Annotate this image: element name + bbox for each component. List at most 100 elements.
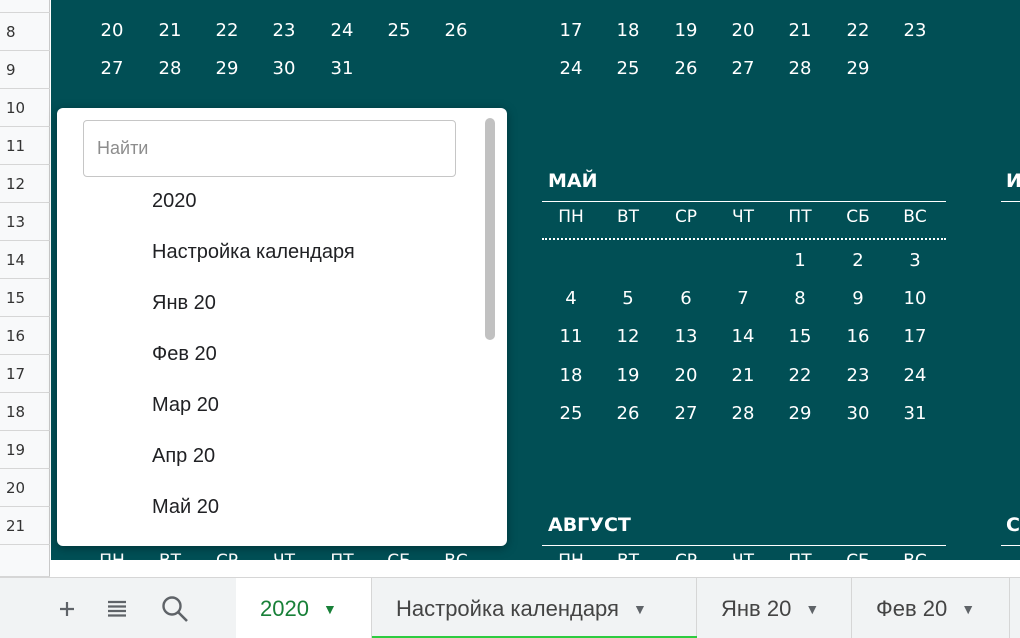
tab-label: 2020 bbox=[260, 595, 309, 621]
calendar-day: 18 bbox=[616, 20, 640, 41]
calendar-day: 22 bbox=[846, 20, 870, 41]
tab-label: Настройка календаря bbox=[396, 595, 619, 621]
calendar-day: 10 bbox=[551, 0, 591, 2]
calendar-day: 1 bbox=[794, 250, 806, 271]
row-header[interactable]: 21 bbox=[0, 507, 50, 545]
menu-item-feb[interactable]: Фев 20 bbox=[152, 343, 217, 366]
row-header[interactable]: 19 bbox=[0, 431, 50, 469]
calendar-day: 2 bbox=[852, 250, 864, 271]
menu-item-calendar-settings[interactable]: Настройка календаря bbox=[152, 241, 355, 264]
menu-item-jan[interactable]: Янв 20 bbox=[152, 292, 216, 315]
weekday-label: СБ bbox=[379, 551, 419, 560]
weekday-label: СБ bbox=[846, 207, 870, 227]
row-header[interactable]: 11 bbox=[0, 127, 50, 165]
calendar-day: 12 bbox=[666, 0, 706, 2]
weekday-label: ЧТ bbox=[731, 207, 755, 227]
calendar-day: 28 bbox=[158, 58, 182, 79]
month-title-partial: И bbox=[1006, 170, 1020, 192]
calendar-day: 25 bbox=[387, 20, 411, 41]
caret-down-icon[interactable]: ▼ bbox=[323, 601, 337, 617]
menu-item-may[interactable]: Май 20 bbox=[152, 496, 219, 519]
weekday-label: ПТ bbox=[322, 551, 362, 560]
month-header-line bbox=[542, 545, 946, 546]
weekday-label: СР bbox=[674, 207, 698, 227]
weekday-label: ВТ bbox=[616, 207, 640, 227]
tab-2020[interactable]: 2020 ▼ bbox=[236, 578, 372, 638]
search-sheets-button[interactable] bbox=[156, 578, 194, 638]
add-sheet-button[interactable] bbox=[50, 578, 84, 638]
calendar-day: 27 bbox=[100, 58, 124, 79]
calendar-day: 15 bbox=[207, 0, 247, 2]
weekday-label: ПН bbox=[92, 551, 132, 560]
tab-jan[interactable]: Янв 20 ▼ bbox=[697, 578, 852, 638]
row-header[interactable]: 13 bbox=[0, 203, 50, 241]
calendar-day: 14 bbox=[731, 326, 755, 347]
weekday-label: ПТ bbox=[780, 551, 820, 560]
sheet-bottom-strip bbox=[51, 560, 1020, 577]
calendar-day: 29 bbox=[788, 403, 812, 424]
row-header-partial[interactable] bbox=[0, 545, 50, 577]
weekday-label: ПН bbox=[551, 551, 591, 560]
weekday-label: ВС bbox=[903, 207, 927, 227]
row-header[interactable]: 20 bbox=[0, 469, 50, 507]
calendar-day: 28 bbox=[788, 58, 812, 79]
month-title-may: МАЙ bbox=[548, 170, 598, 192]
row-header[interactable]: 9 bbox=[0, 51, 50, 89]
weekday-label: ВТ bbox=[608, 551, 648, 560]
caret-down-icon[interactable]: ▼ bbox=[633, 601, 647, 617]
calendar-day: 16 bbox=[895, 0, 935, 2]
calendar-day: 31 bbox=[903, 403, 927, 424]
calendar-day: 23 bbox=[272, 20, 296, 41]
weekday-label: СР bbox=[666, 551, 706, 560]
row-header[interactable]: 18 bbox=[0, 393, 50, 431]
month-title-august: АВГУСТ bbox=[548, 514, 631, 536]
tab-calendar-settings[interactable]: Настройка календаря ▼ bbox=[372, 578, 697, 638]
calendar-day: 22 bbox=[788, 365, 812, 386]
calendar-day: 20 bbox=[100, 20, 124, 41]
caret-down-icon[interactable]: ▼ bbox=[961, 601, 975, 617]
month-header-line bbox=[1001, 201, 1020, 202]
calendar-day: 14 bbox=[780, 0, 820, 2]
row-header[interactable]: 16 bbox=[0, 317, 50, 355]
calendar-day: 9 bbox=[852, 288, 864, 309]
row-header[interactable]: 14 bbox=[0, 241, 50, 279]
all-sheets-button[interactable] bbox=[100, 578, 134, 638]
menu-item-apr[interactable]: Апр 20 bbox=[152, 445, 215, 468]
weekday-label: ПТ bbox=[788, 207, 812, 227]
calendar-day: 24 bbox=[559, 58, 583, 79]
menu-item-2020[interactable]: 2020 bbox=[152, 190, 197, 213]
calendar-day: 16 bbox=[846, 326, 870, 347]
calendar-day: 5 bbox=[622, 288, 634, 309]
calendar-day: 23 bbox=[846, 365, 870, 386]
menu-item-mar[interactable]: Мар 20 bbox=[152, 394, 219, 417]
calendar-day: 13 bbox=[92, 0, 132, 2]
calendar-day: 26 bbox=[616, 403, 640, 424]
tab-label: Фев 20 bbox=[876, 595, 948, 621]
menu-scrollbar[interactable] bbox=[485, 118, 495, 340]
calendar-day: 29 bbox=[846, 58, 870, 79]
row-header[interactable]: 8 bbox=[0, 13, 50, 51]
calendar-day: 21 bbox=[731, 365, 755, 386]
calendar-day: 26 bbox=[674, 58, 698, 79]
calendar-day: 4 bbox=[565, 288, 577, 309]
weekday-label: ЧТ bbox=[264, 551, 304, 560]
calendar-day: 29 bbox=[215, 58, 239, 79]
calendar-day: 31 bbox=[330, 58, 354, 79]
calendar-day: 6 bbox=[680, 288, 692, 309]
search-icon bbox=[162, 595, 188, 622]
calendar-day: 18 bbox=[379, 0, 419, 2]
calendar-day: 13 bbox=[723, 0, 763, 2]
weekday-label: ЧТ bbox=[723, 551, 763, 560]
calendar-day: 27 bbox=[731, 58, 755, 79]
search-input[interactable] bbox=[83, 120, 456, 177]
row-header[interactable]: 17 bbox=[0, 355, 50, 393]
calendar-day: 24 bbox=[330, 20, 354, 41]
row-header[interactable]: 10 bbox=[0, 89, 50, 127]
calendar-day: 10 bbox=[903, 288, 927, 309]
row-header-partial[interactable] bbox=[0, 0, 50, 13]
row-header[interactable]: 15 bbox=[0, 279, 50, 317]
tab-feb[interactable]: Фев 20 ▼ bbox=[852, 578, 1010, 638]
calendar-day: 23 bbox=[903, 20, 927, 41]
caret-down-icon[interactable]: ▼ bbox=[805, 601, 819, 617]
row-header[interactable]: 12 bbox=[0, 165, 50, 203]
